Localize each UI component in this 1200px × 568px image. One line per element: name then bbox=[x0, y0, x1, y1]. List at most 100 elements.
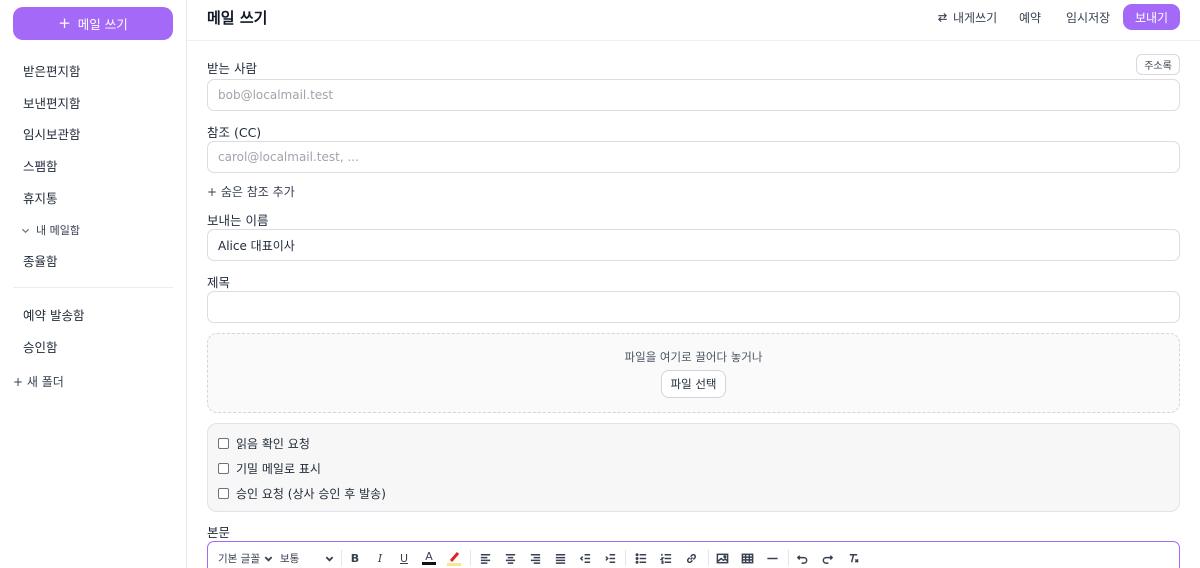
numbered-list-icon bbox=[659, 553, 671, 564]
page-title: 메일 쓰기 bbox=[207, 9, 268, 27]
subject-label: 제목 bbox=[207, 275, 231, 290]
compose-header: 메일 쓰기 내게쓰기 예약 임시저장 보내기 bbox=[187, 0, 1200, 41]
cc-label: 참조 (CC) bbox=[207, 125, 262, 140]
sender-name-label: 보내는 이름 bbox=[207, 213, 269, 228]
align-center-icon bbox=[505, 553, 515, 564]
italic-button[interactable]: I bbox=[373, 550, 387, 566]
send-to-self-button[interactable]: 내게쓰기 bbox=[937, 9, 997, 26]
sidebar-item-scheduled[interactable]: 예약 발송함 bbox=[23, 305, 84, 324]
indent-icon bbox=[604, 553, 615, 563]
choose-file-button[interactable]: 파일 선택 bbox=[661, 370, 726, 398]
to-label: 받는 사람 bbox=[207, 61, 257, 76]
compose-button[interactable]: + 메일 쓰기 bbox=[13, 7, 173, 40]
insert-link-button[interactable] bbox=[683, 550, 699, 566]
sidebar-item-sent[interactable]: 보낸편지함 bbox=[23, 93, 81, 112]
mail-options-panel: 읽음 확인 요청 기밀 메일로 표시 승인 요청 (상사 승인 후 발송) bbox=[207, 423, 1180, 512]
align-left-button[interactable] bbox=[478, 550, 492, 566]
sender-name-value: Alice 대표이사 bbox=[218, 238, 295, 253]
text-color-letter: A bbox=[425, 550, 433, 563]
bold-button[interactable]: B bbox=[348, 550, 362, 566]
my-mailbox-group-label: 내 메일함 bbox=[36, 224, 80, 237]
sidebar-item-approval[interactable]: 승인함 bbox=[23, 337, 58, 356]
save-draft-button[interactable]: 임시저장 bbox=[1066, 9, 1110, 26]
sender-name-field[interactable]: Alice 대표이사 bbox=[207, 229, 1180, 261]
align-right-button[interactable] bbox=[528, 550, 542, 566]
schedule-button[interactable]: 예약 bbox=[1019, 9, 1041, 26]
plus-icon: + bbox=[58, 13, 71, 32]
outdent-icon bbox=[579, 553, 590, 563]
horizontal-rule-icon bbox=[766, 557, 778, 559]
numbered-list-button[interactable] bbox=[659, 550, 673, 566]
address-book-button[interactable]: 주소록 bbox=[1136, 54, 1180, 75]
text-color-button[interactable]: A bbox=[421, 550, 437, 566]
new-folder-button[interactable]: + 새 폴더 bbox=[13, 373, 64, 390]
editor-toolbar: 기본 글꼴 보통 B I U A bbox=[207, 541, 1180, 568]
clear-formatting-button[interactable] bbox=[846, 550, 860, 566]
subject-field[interactable] bbox=[207, 291, 1180, 323]
to-placeholder: bob@localmail.test bbox=[218, 88, 334, 102]
undo-icon bbox=[796, 554, 807, 564]
toolbar-divider bbox=[341, 550, 342, 566]
sidebar-divider bbox=[13, 287, 173, 288]
sidebar-item-trash[interactable]: 휴지통 bbox=[23, 188, 58, 207]
send-button[interactable]: 보내기 bbox=[1123, 4, 1180, 30]
highlight-button[interactable] bbox=[446, 550, 462, 566]
sidebar-item-inbox[interactable]: 받은편지함 bbox=[23, 61, 81, 80]
add-bcc-link[interactable]: + 숨은 참조 추가 bbox=[207, 183, 295, 200]
text-color-bar bbox=[422, 562, 436, 565]
align-center-button[interactable] bbox=[503, 550, 517, 566]
redo-button[interactable] bbox=[820, 550, 834, 566]
toolbar-divider bbox=[625, 550, 626, 566]
read-receipt-checkbox[interactable] bbox=[218, 438, 229, 449]
align-left-icon bbox=[480, 553, 490, 564]
sidebar-item-spam[interactable]: 스팸함 bbox=[23, 156, 58, 175]
read-receipt-option[interactable]: 읽음 확인 요청 bbox=[218, 435, 310, 452]
table-icon bbox=[741, 553, 753, 563]
horizontal-rule-button[interactable] bbox=[765, 550, 779, 566]
approval-request-label: 승인 요청 (상사 승인 후 발송) bbox=[236, 487, 386, 501]
highlighter-icon bbox=[447, 552, 461, 566]
font-size-value: 보통 bbox=[280, 552, 300, 565]
font-family-value: 기본 글꼴 bbox=[218, 552, 260, 565]
font-family-select[interactable]: 기본 글꼴 bbox=[218, 550, 273, 566]
compose-button-label: 메일 쓰기 bbox=[77, 17, 128, 32]
indent-button[interactable] bbox=[603, 550, 617, 566]
confidential-checkbox[interactable] bbox=[218, 463, 229, 474]
align-justify-button[interactable] bbox=[553, 550, 567, 566]
approval-request-checkbox[interactable] bbox=[218, 488, 229, 499]
bullet-list-button[interactable] bbox=[634, 550, 648, 566]
sidebar: + 메일 쓰기 받은편지함 보낸편지함 임시보관함 스팸함 휴지통 내 메일함 … bbox=[0, 0, 187, 568]
attachment-dropzone[interactable]: 파일을 여기로 끌어다 놓거나 파일 선택 bbox=[207, 333, 1180, 413]
cc-placeholder: carol@localmail.test, ... bbox=[218, 150, 359, 164]
body-label: 본문 bbox=[207, 525, 231, 540]
toolbar-divider bbox=[708, 550, 709, 566]
undo-button[interactable] bbox=[795, 550, 809, 566]
confidential-label: 기밀 메일로 표시 bbox=[236, 462, 321, 476]
insert-image-button[interactable] bbox=[715, 550, 729, 566]
insert-table-button[interactable] bbox=[740, 550, 754, 566]
image-icon bbox=[716, 553, 728, 563]
dropzone-text: 파일을 여기로 끌어다 놓거나 bbox=[624, 350, 763, 364]
my-mailbox-group-toggle[interactable]: 내 메일함 bbox=[21, 222, 80, 238]
align-right-icon bbox=[530, 553, 540, 564]
confidential-option[interactable]: 기밀 메일로 표시 bbox=[218, 460, 321, 477]
outdent-button[interactable] bbox=[578, 550, 592, 566]
sidebar-item-drafts[interactable]: 임시보관함 bbox=[23, 124, 81, 143]
to-field[interactable]: bob@localmail.test bbox=[207, 79, 1180, 111]
font-size-select[interactable]: 보통 bbox=[280, 550, 334, 566]
toolbar-divider bbox=[470, 550, 471, 566]
chevron-down-icon bbox=[325, 556, 334, 562]
align-justify-icon bbox=[555, 553, 565, 564]
bullet-list-icon bbox=[635, 552, 646, 564]
chevron-down-icon bbox=[264, 556, 273, 562]
read-receipt-label: 읽음 확인 요청 bbox=[236, 437, 310, 451]
link-icon bbox=[686, 553, 696, 563]
approval-request-option[interactable]: 승인 요청 (상사 승인 후 발송) bbox=[218, 485, 386, 502]
underline-button[interactable]: U bbox=[397, 550, 411, 566]
cc-field[interactable]: carol@localmail.test, ... bbox=[207, 141, 1180, 173]
swap-icon bbox=[938, 12, 947, 23]
sidebar-item-folder[interactable]: 종율함 bbox=[23, 251, 58, 270]
send-to-self-label: 내게쓰기 bbox=[953, 11, 998, 25]
chevron-down-icon bbox=[21, 228, 30, 233]
toolbar-divider bbox=[788, 550, 789, 566]
